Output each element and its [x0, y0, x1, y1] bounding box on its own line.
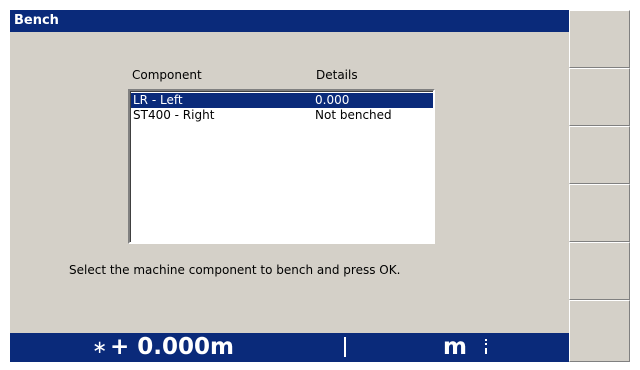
softkey-3[interactable] — [569, 126, 630, 184]
column-header-details: Details — [316, 68, 358, 82]
screen-edge — [630, 0, 640, 370]
status-divider — [344, 337, 346, 357]
softkey-2[interactable] — [569, 68, 630, 126]
list-item-lr-left[interactable]: LR - Left 0.000 — [131, 93, 433, 108]
elevation-readout: + 0.000m — [110, 334, 234, 360]
softkey-4[interactable] — [569, 184, 630, 242]
vertical-ellipsis-icon[interactable] — [484, 339, 488, 357]
bench-dialog: Bench Component Details LR - Left 0.000 … — [10, 10, 569, 362]
list-item-component: LR - Left — [133, 93, 183, 107]
instruction-text: Select the machine component to bench an… — [69, 263, 401, 277]
softkey-panel — [569, 10, 630, 362]
softkey-5[interactable] — [569, 242, 630, 300]
asterisk-icon: ∗ — [92, 337, 108, 358]
status-bar: ∗ + 0.000m m — [10, 333, 569, 362]
list-item-component: ST400 - Right — [133, 108, 215, 122]
list-item-details: Not benched — [315, 108, 392, 122]
column-header-component: Component — [132, 68, 202, 82]
component-list[interactable]: LR - Left 0.000 ST400 - Right Not benche… — [128, 89, 435, 244]
softkey-6[interactable] — [569, 300, 630, 362]
component-list-inner: LR - Left 0.000 ST400 - Right Not benche… — [130, 91, 433, 242]
list-item-st400-right[interactable]: ST400 - Right Not benched — [131, 108, 433, 123]
window-title: Bench — [10, 10, 569, 32]
units-indicator[interactable]: m — [443, 334, 467, 361]
list-item-details: 0.000 — [315, 93, 350, 107]
softkey-1[interactable] — [569, 10, 630, 68]
